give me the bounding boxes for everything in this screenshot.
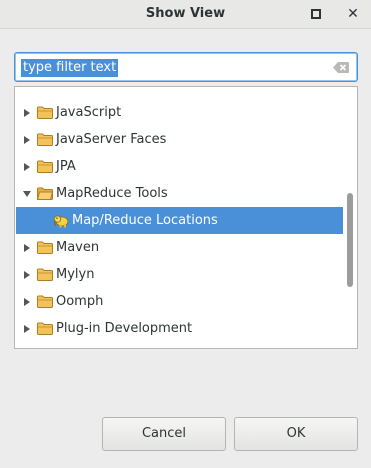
title-bar: Show View ✕ bbox=[0, 0, 371, 29]
tree-item-mylyn[interactable]: Mylyn bbox=[16, 261, 343, 288]
tree-item-javaserver-faces[interactable]: JavaServer Faces bbox=[16, 126, 343, 153]
scrollbar-thumb[interactable] bbox=[347, 193, 353, 287]
cancel-button[interactable]: Cancel bbox=[102, 417, 226, 451]
collapse-arrow-icon[interactable] bbox=[20, 190, 34, 197]
tree-item-maven[interactable]: Maven bbox=[16, 234, 343, 261]
ok-button[interactable]: OK bbox=[234, 417, 358, 451]
folder-icon bbox=[37, 106, 53, 119]
folder-icon bbox=[37, 133, 53, 146]
tree-item-map-reduce-locations[interactable]: Map/Reduce Locations bbox=[16, 207, 343, 234]
tree-item-oomph[interactable]: Oomph bbox=[16, 288, 343, 315]
open-folder-icon bbox=[37, 187, 53, 200]
tree-item-label: JavaScript bbox=[56, 105, 122, 120]
filter-input[interactable]: type filter text bbox=[14, 52, 358, 82]
folder-icon bbox=[37, 322, 53, 335]
tree-item-plug-in-development[interactable]: Plug-in Development bbox=[16, 315, 343, 342]
tree-item-label: JavaServer Faces bbox=[56, 132, 167, 147]
tree-item-label: Maven bbox=[56, 240, 100, 255]
tree-item-label: Oomph bbox=[56, 294, 104, 309]
expand-arrow-icon[interactable] bbox=[20, 297, 34, 306]
tree-item-javascript[interactable]: JavaScript bbox=[16, 99, 343, 126]
expand-arrow-icon[interactable] bbox=[20, 135, 34, 144]
view-tree[interactable]: JavaScript JavaServer Faces JPA MapReduc… bbox=[14, 86, 358, 349]
maximize-button[interactable] bbox=[309, 7, 323, 21]
tree-item-label: Plug-in Development bbox=[56, 321, 193, 336]
expand-arrow-icon[interactable] bbox=[20, 108, 34, 117]
tree-item-label: MapReduce Tools bbox=[56, 186, 168, 201]
expand-arrow-icon[interactable] bbox=[20, 270, 34, 279]
close-button[interactable]: ✕ bbox=[346, 7, 360, 21]
tree-item-label: Map/Reduce Locations bbox=[72, 213, 218, 228]
folder-icon bbox=[37, 241, 53, 254]
vertical-scrollbar[interactable] bbox=[344, 87, 356, 348]
elephant-icon bbox=[53, 214, 69, 227]
close-icon: ✕ bbox=[347, 6, 359, 22]
folder-icon bbox=[37, 295, 53, 308]
expand-arrow-icon[interactable] bbox=[20, 162, 34, 171]
folder-icon bbox=[37, 160, 53, 173]
maximize-icon bbox=[311, 9, 321, 19]
tree-item-mapreduce-tools[interactable]: MapReduce Tools bbox=[16, 180, 343, 207]
tree-item-label: Mylyn bbox=[56, 267, 95, 282]
folder-icon bbox=[37, 268, 53, 281]
clear-filter-icon[interactable] bbox=[333, 62, 349, 73]
expand-arrow-icon[interactable] bbox=[20, 324, 34, 333]
tree-item-label: JPA bbox=[56, 159, 76, 174]
tree-item-jpa[interactable]: JPA bbox=[16, 153, 343, 180]
filter-text: type filter text bbox=[21, 59, 119, 77]
expand-arrow-icon[interactable] bbox=[20, 243, 34, 252]
